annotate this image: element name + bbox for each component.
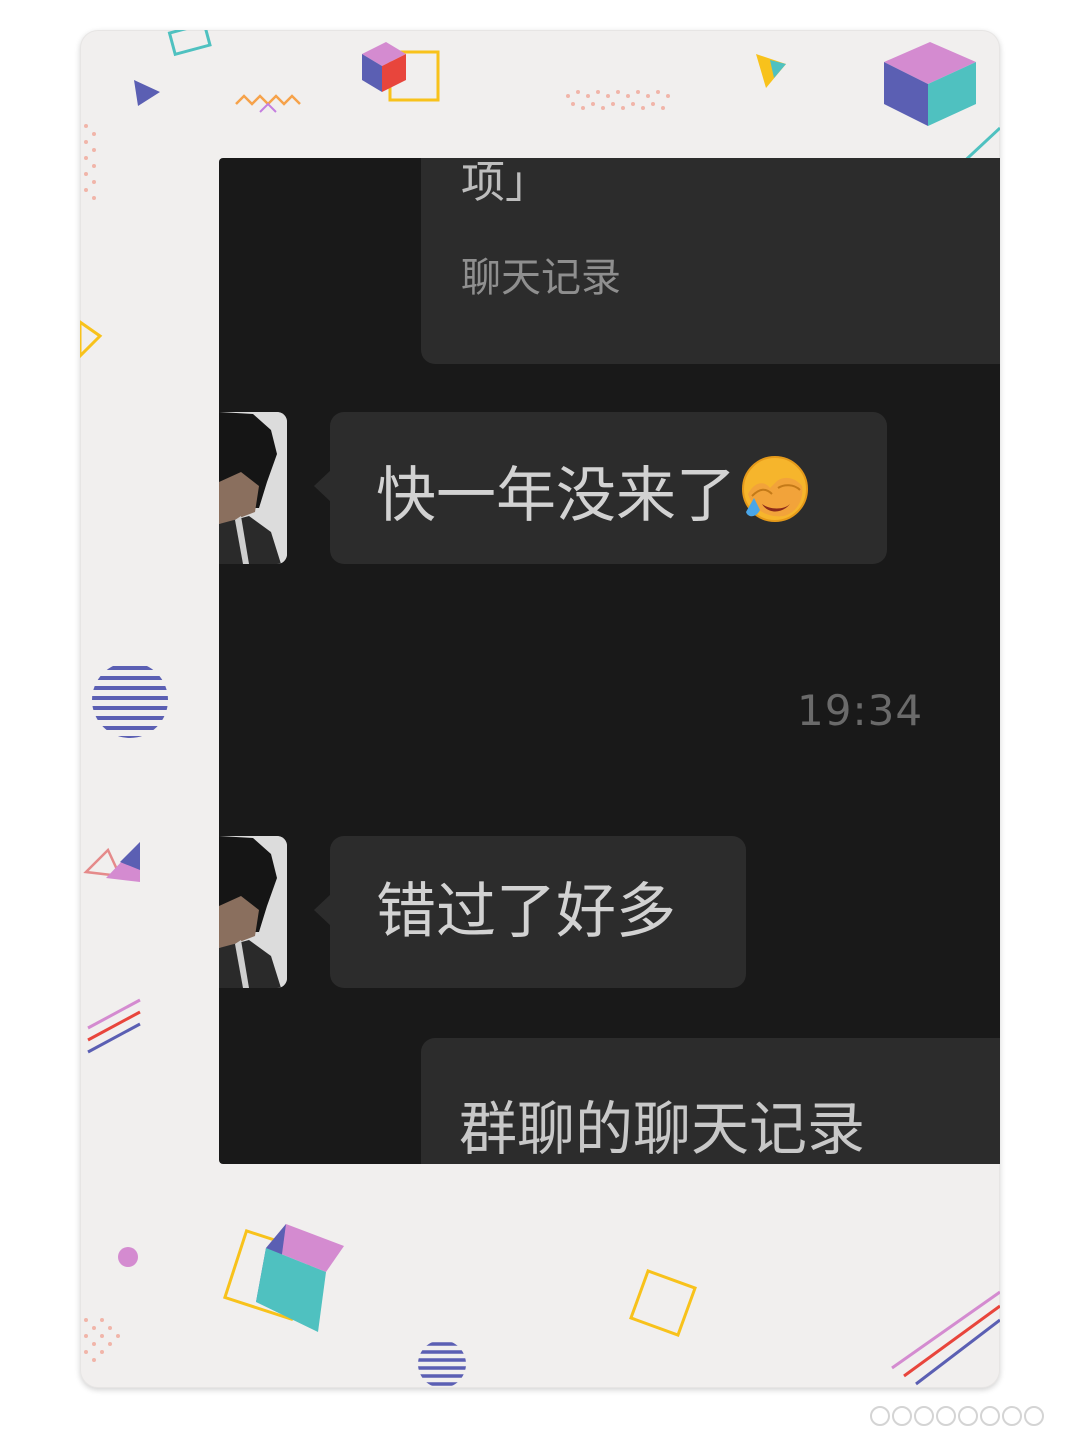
avatar[interactable]	[219, 836, 287, 988]
card-footer-label: 聊天记录	[461, 255, 621, 301]
message-text: 快一年没来了	[376, 454, 810, 530]
card-title: 群聊的聊天记录	[459, 1095, 866, 1163]
avatar-anime-character-icon	[219, 412, 287, 564]
message-text-content: 快一年没来了	[376, 461, 736, 531]
card-text-tail: 项」	[461, 158, 549, 208]
message-timestamp: 19:34	[797, 686, 924, 735]
face-palm-laughing-emoji-icon	[742, 456, 808, 522]
message-bubble[interactable]: 快一年没来了	[314, 412, 887, 564]
avatar-anime-character-icon	[219, 836, 287, 988]
photo-frame: 项」 聊天记录 快一年没来了 19:34 错过了好多 群聊的聊天记录	[80, 30, 1000, 1388]
message-bubble[interactable]: 错过了好多	[314, 836, 746, 988]
forwarded-chat-record-card[interactable]: 群聊的聊天记录	[421, 1038, 1000, 1164]
avatar[interactable]	[219, 412, 287, 564]
forwarded-chat-record-card[interactable]: 项」 聊天记录	[421, 158, 1000, 364]
chat-screen: 项」 聊天记录 快一年没来了 19:34 错过了好多 群聊的聊天记录	[219, 158, 1000, 1164]
watermark-dots-icon	[870, 1406, 1044, 1426]
message-text: 错过了好多	[376, 877, 676, 947]
